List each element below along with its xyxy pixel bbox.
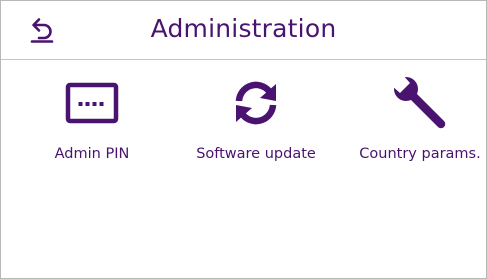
country-params-label: Country params. bbox=[359, 146, 481, 162]
header-bar: Administration bbox=[1, 1, 486, 60]
administration-screen: Administration Admin PIN Software update bbox=[0, 0, 487, 279]
wrench-icon bbox=[391, 74, 446, 129]
admin-pin-button[interactable]: Admin PIN bbox=[12, 73, 172, 173]
admin-pin-label: Admin PIN bbox=[54, 146, 130, 162]
refresh-icon bbox=[235, 81, 277, 125]
pin-field-icon bbox=[65, 82, 119, 124]
page-title: Administration bbox=[150, 14, 337, 43]
software-update-label: Software update bbox=[196, 146, 316, 162]
country-params-button[interactable]: Country params. bbox=[340, 73, 487, 173]
software-update-button[interactable]: Software update bbox=[176, 73, 336, 173]
